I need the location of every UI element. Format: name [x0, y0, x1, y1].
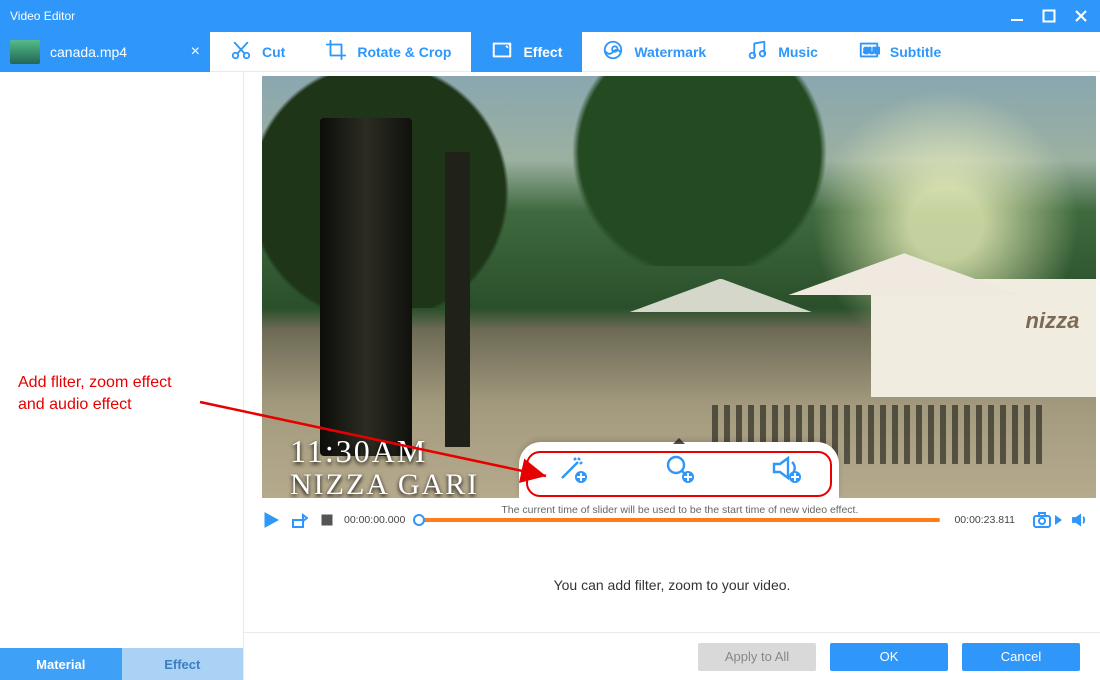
sidebar-tabs: Material Effect [0, 648, 243, 680]
crop-icon [325, 39, 347, 64]
subtitle-icon: SUB [858, 39, 880, 64]
tab-strip: canada.mp4 × Cut Rotate & Crop Effect [0, 32, 1100, 72]
tab-rotate-crop[interactable]: Rotate & Crop [305, 32, 471, 72]
tool-tabs: Cut Rotate & Crop Effect Watermark Music [210, 32, 1100, 72]
hint-text: You can add filter, zoom to your video. [244, 538, 1100, 632]
snapshot-dropdown-icon[interactable] [1055, 515, 1062, 525]
snapshot-button[interactable] [1031, 509, 1053, 531]
preview-wrap: nizza 11:30AM NIZZA GARI [244, 72, 1100, 502]
timeline-handle[interactable] [413, 514, 425, 526]
tab-watermark[interactable]: Watermark [582, 32, 726, 72]
annotation-line2: and audio effect [18, 396, 132, 413]
svg-text:SUB: SUB [863, 47, 880, 56]
tab-label: Rotate & Crop [357, 44, 451, 60]
button-bar: Apply to All OK Cancel [244, 632, 1100, 680]
cut-icon [230, 39, 252, 64]
maximize-button[interactable] [1042, 9, 1056, 23]
video-preview[interactable]: nizza 11:30AM NIZZA GARI [262, 76, 1096, 498]
content-area: nizza 11:30AM NIZZA GARI [244, 72, 1100, 680]
tab-cut[interactable]: Cut [210, 32, 305, 72]
overlay-time-text: 11:30AM [290, 433, 427, 470]
lower-panel: You can add filter, zoom to your video. … [244, 538, 1100, 680]
add-zoom-button[interactable] [659, 450, 699, 490]
tab-effect[interactable]: Effect [471, 32, 582, 72]
timecode-start: 00:00:00.000 [344, 514, 405, 526]
cancel-button[interactable]: Cancel [962, 643, 1080, 671]
volume-plus-icon [770, 452, 802, 489]
sidebar: Add fliter, zoom effect and audio effect… [0, 72, 244, 680]
sidebar-body: Add fliter, zoom effect and audio effect [0, 72, 243, 648]
close-file-icon[interactable]: × [191, 43, 200, 61]
effect-icon [491, 39, 513, 64]
tab-label: Effect [523, 44, 562, 60]
building-sign: nizza [1026, 308, 1080, 334]
step-button[interactable] [288, 509, 310, 531]
add-filter-button[interactable] [552, 450, 592, 490]
effect-tool-popup [519, 442, 839, 498]
tab-subtitle[interactable]: SUB Subtitle [838, 32, 961, 72]
sidebar-tab-effect[interactable]: Effect [122, 648, 244, 680]
minimize-button[interactable] [1010, 9, 1024, 23]
timeline-slider[interactable] [419, 518, 940, 522]
snapshot-controls [1031, 509, 1090, 531]
overlay-place-text: NIZZA GARI [290, 468, 479, 498]
timecode-end: 00:00:23.811 [954, 514, 1015, 526]
annotation-text: Add fliter, zoom effect and audio effect [18, 372, 172, 415]
watermark-icon [602, 39, 624, 64]
magic-wand-plus-icon [556, 452, 588, 489]
add-audio-effect-button[interactable] [766, 450, 806, 490]
zoom-plus-icon [663, 452, 695, 489]
close-window-button[interactable] [1074, 9, 1088, 23]
tab-label: Watermark [634, 44, 706, 60]
tab-label: Subtitle [890, 44, 941, 60]
sidebar-tab-material[interactable]: Material [0, 648, 122, 680]
slider-hint-text: The current time of slider will be used … [419, 504, 940, 516]
file-thumbnail [10, 40, 40, 64]
transport-bar: 00:00:00.000 The current time of slider … [244, 502, 1100, 538]
window-controls [1010, 9, 1088, 23]
main-area: Add fliter, zoom effect and audio effect… [0, 72, 1100, 680]
timeline-slider-wrap: The current time of slider will be used … [419, 518, 940, 522]
stop-button[interactable] [316, 509, 338, 531]
window-title: Video Editor [10, 9, 1010, 23]
tab-label: Music [778, 44, 818, 60]
title-bar: Video Editor [0, 0, 1100, 32]
apply-to-all-button: Apply to All [698, 643, 816, 671]
ok-button[interactable]: OK [830, 643, 948, 671]
file-tab[interactable]: canada.mp4 × [0, 32, 210, 72]
music-icon [746, 39, 768, 64]
tab-label: Cut [262, 44, 285, 60]
tab-music[interactable]: Music [726, 32, 838, 72]
file-name: canada.mp4 [50, 44, 181, 60]
volume-button[interactable] [1068, 509, 1090, 531]
play-button[interactable] [260, 509, 282, 531]
annotation-line1: Add fliter, zoom effect [18, 374, 172, 391]
